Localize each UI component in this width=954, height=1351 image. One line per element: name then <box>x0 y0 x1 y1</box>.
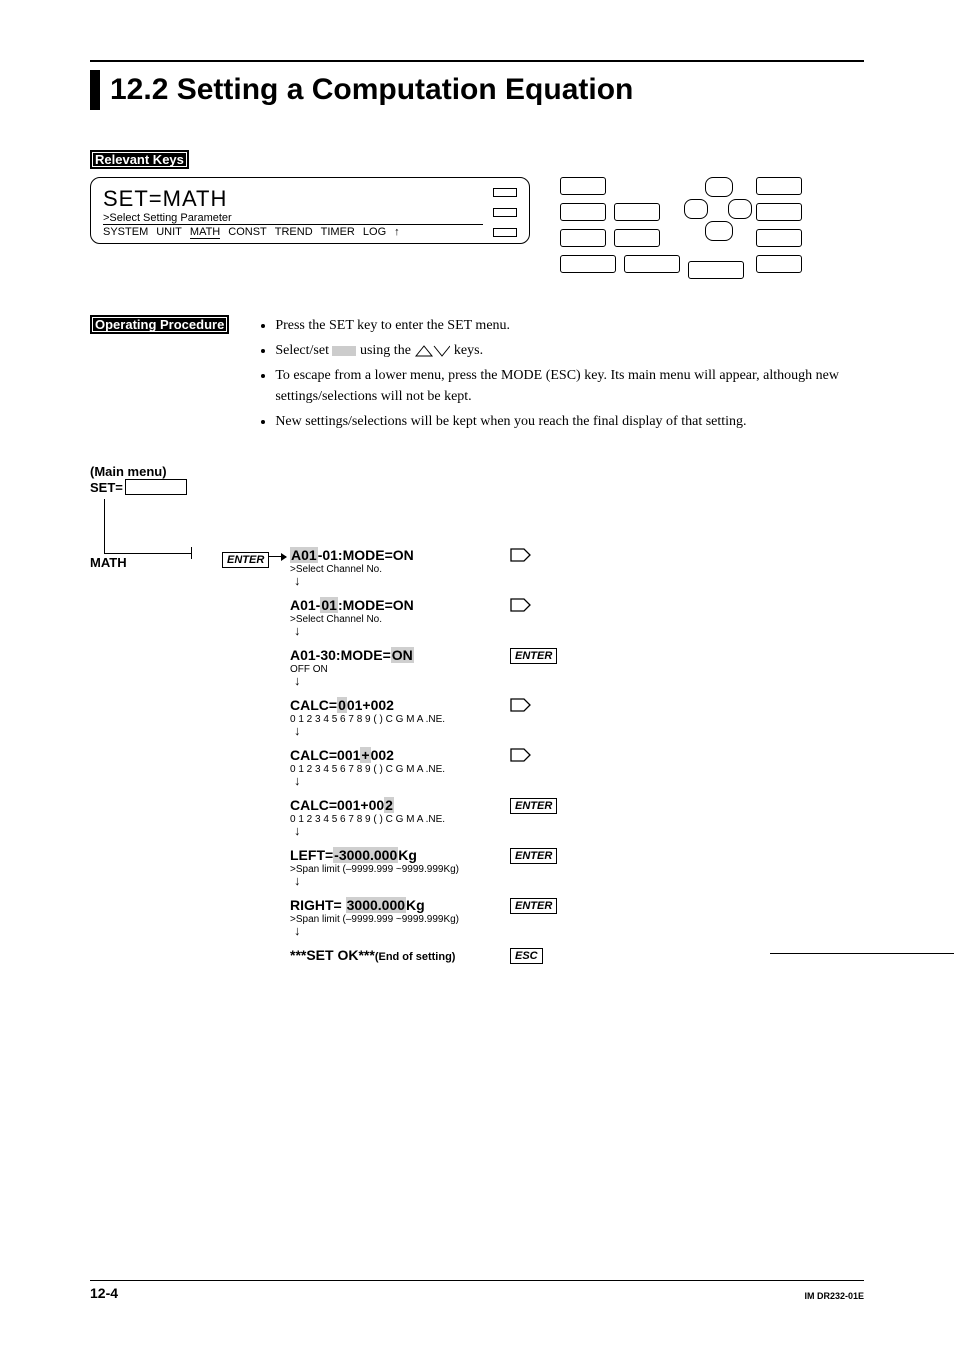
operating-procedure-text: Press the SET key to enter the SET menu.… <box>259 315 864 436</box>
enter-key-icon: ENTER <box>510 647 557 664</box>
keypad-button[interactable] <box>756 177 802 195</box>
down-arrow-icon: ↓ <box>294 777 720 785</box>
esc-key-icon: ESC <box>510 947 543 964</box>
step-subtitle: >Span limit (–9999.999 ~9999.999Kg) <box>290 914 720 925</box>
step-subtitle: >Select Channel No. <box>290 564 720 575</box>
keypad-button[interactable] <box>614 203 660 221</box>
keypad-button[interactable] <box>688 261 744 279</box>
keypad-button[interactable] <box>756 203 802 221</box>
down-arrow-icon: ↓ <box>294 827 720 835</box>
lcd-subtitle: >Select Setting Parameter <box>103 212 483 224</box>
step-subtitle: 0 1 2 3 4 5 6 7 8 9 ( ) C G M A .NE. <box>290 814 720 825</box>
step-title: A01-01:MODE=ON <box>290 547 720 563</box>
down-arrow-icon: ↓ <box>294 577 720 585</box>
keypad <box>560 177 802 279</box>
keypad-button[interactable] <box>614 229 660 247</box>
right-arrow-icon <box>510 747 532 763</box>
dpad-down-button[interactable] <box>705 221 733 241</box>
enter-key-icon: ENTER <box>222 552 269 568</box>
step-subtitle: 0 1 2 3 4 5 6 7 8 9 ( ) C G M A .NE. <box>290 764 720 775</box>
step-title: RIGHT= 3000.000Kg <box>290 897 720 913</box>
keypad-button[interactable] <box>560 203 606 221</box>
step-title: A01-01:MODE=ON <box>290 597 720 613</box>
down-arrow-icon: ↓ <box>294 877 720 885</box>
dpad <box>688 177 748 247</box>
enter-key-icon: ENTER <box>510 847 557 864</box>
step-title: CALC=001+002 <box>290 797 720 813</box>
down-arrow-icon: ↓ <box>294 727 720 735</box>
keypad-button[interactable] <box>624 255 680 273</box>
step-title: CALC=001+002 <box>290 747 720 763</box>
enter-key-icon: ENTER <box>510 797 557 814</box>
keypad-button[interactable] <box>560 229 606 247</box>
right-arrow-icon <box>510 547 532 563</box>
lcd-panel: SET=MATH >Select Setting Parameter SYSTE… <box>90 177 530 244</box>
dpad-up-button[interactable] <box>705 177 733 197</box>
relevant-keys-heading: Relevant Keys <box>90 150 189 169</box>
keypad-button[interactable] <box>560 177 606 195</box>
operating-procedure-heading: Operating Procedure <box>90 315 229 334</box>
step-title: A01-30:MODE=ON <box>290 647 720 663</box>
right-arrow-icon <box>510 597 532 613</box>
right-arrow-icon <box>510 697 532 713</box>
dpad-right-button[interactable] <box>728 199 752 219</box>
down-arrow-icon: ↓ <box>294 677 720 685</box>
dpad-left-button[interactable] <box>684 199 708 219</box>
main-menu-label: (Main menu) <box>90 464 864 479</box>
lcd-title: SET=MATH <box>103 186 483 212</box>
math-node: MATH <box>90 555 127 570</box>
step-subtitle: OFF ON <box>290 664 720 675</box>
down-arrow-icon: ↓ <box>294 927 720 935</box>
step-title: ***SET OK***(End of setting) <box>290 947 720 963</box>
lcd-menu: SYSTEM UNIT MATH CONST TREND TIMER LOG ↑ <box>103 224 483 239</box>
step-subtitle: 0 1 2 3 4 5 6 7 8 9 ( ) C G M A .NE. <box>290 714 720 725</box>
step-title: LEFT=-3000.000Kg <box>290 847 720 863</box>
updown-icon <box>414 343 450 358</box>
step-subtitle: >Span limit (–9999.999 ~9999.999Kg) <box>290 864 720 875</box>
cursor-icon <box>332 346 356 356</box>
down-arrow-icon: ↓ <box>294 627 720 635</box>
section-title: 12.2 Setting a Computation Equation <box>90 70 864 110</box>
keypad-button[interactable] <box>756 229 802 247</box>
step-title: CALC=001+002 <box>290 697 720 713</box>
keypad-button[interactable] <box>560 255 616 273</box>
keypad-button[interactable] <box>756 255 802 273</box>
set-label: SET= <box>90 479 187 495</box>
page-footer: 12-4 IM DR232-01E <box>90 1280 864 1301</box>
enter-key-icon: ENTER <box>510 897 557 914</box>
step-subtitle: >Select Channel No. <box>290 614 720 625</box>
lcd-softkeys <box>493 186 517 239</box>
